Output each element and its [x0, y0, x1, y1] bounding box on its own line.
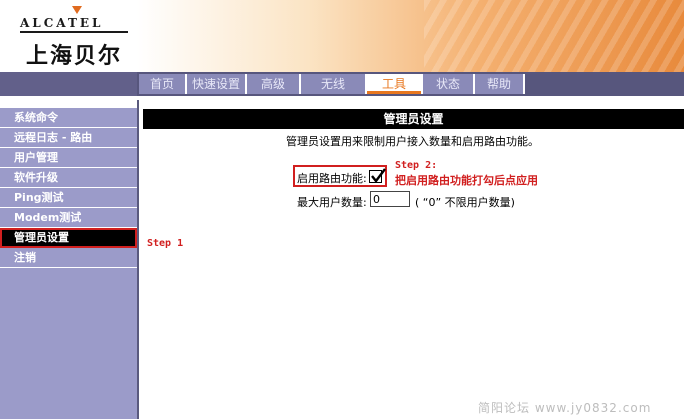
sidebar-item-2[interactable]: 用户管理 — [0, 148, 137, 168]
tab-2[interactable]: 高级 — [247, 74, 301, 94]
sidebar-item-3[interactable]: 软件升级 — [0, 168, 137, 188]
sidebar-item-5[interactable]: Modem测试 — [0, 208, 137, 228]
nav-tabs: 首页 快速设置 高级 无线 工具 状态 帮助 — [139, 74, 525, 94]
logo-triangle-icon — [72, 6, 82, 14]
sidebar-list: 系统命令 远程日志 - 路由 用户管理 软件升级 Ping测试 Modem测试 管理员设置注… — [0, 108, 137, 268]
enable-routing-checkbox[interactable] — [369, 168, 386, 183]
step1-annotation: Step 1 — [147, 238, 184, 249]
tab-5[interactable]: 状态 — [423, 74, 475, 94]
checkmark-icon — [371, 168, 386, 183]
main-content: 管理员设置 管理员设置用来限制用户接入数量和启用路由功能。 启用路由功能: St… — [137, 100, 684, 419]
step2-annotation-text: 把启用路由功能打勾后点应用 — [395, 174, 538, 187]
logo: ALCATEL 上海贝尔 — [14, 6, 134, 69]
sidebar-item-6[interactable]: 管理员设置 — [0, 228, 137, 248]
top-nav: 首页 快速设置 高级 无线 工具 状态 帮助 — [0, 72, 684, 96]
step2-annotation-title: Step 2: — [395, 160, 438, 171]
sidebar-item-7[interactable]: 注销 — [0, 248, 137, 268]
enable-routing-label: 启用路由功能: — [297, 172, 367, 185]
page-title: 管理员设置 — [143, 109, 684, 129]
tab-6[interactable]: 帮助 — [475, 74, 525, 94]
watermark: 简阳论坛 www.jy0832.com — [478, 401, 652, 415]
sidebar-item-1[interactable]: 远程日志 - 路由 — [0, 128, 137, 148]
tab-4[interactable]: 工具 — [367, 74, 423, 94]
header-decoration — [424, 0, 684, 72]
logo-brand: ALCATEL — [20, 16, 104, 30]
tab-3[interactable]: 无线 — [301, 74, 367, 94]
sidebar-item-0[interactable]: 系统命令 — [0, 108, 137, 128]
logo-brand-cn: 上海贝尔 — [26, 43, 123, 69]
tab-0[interactable]: 首页 — [139, 74, 187, 94]
max-users-label: 最大用户数量: — [297, 196, 367, 209]
nav-left-spacer — [0, 72, 137, 96]
max-users-input[interactable] — [370, 191, 410, 207]
tab-1[interactable]: 快速设置 — [187, 74, 247, 94]
sidebar-top-gap — [0, 100, 137, 108]
header-banner: ALCATEL 上海贝尔 — [0, 0, 684, 72]
logo-rule — [20, 31, 128, 33]
sidebar: 系统命令 远程日志 - 路由 用户管理 软件升级 Ping测试 Modem测试 管理员设置注… — [0, 100, 137, 419]
sidebar-item-4[interactable]: Ping测试 — [0, 188, 137, 208]
max-users-hint: ( “0” 不限用户数量) — [415, 196, 515, 209]
page-description: 管理员设置用来限制用户接入数量和启用路由功能。 — [286, 135, 539, 148]
